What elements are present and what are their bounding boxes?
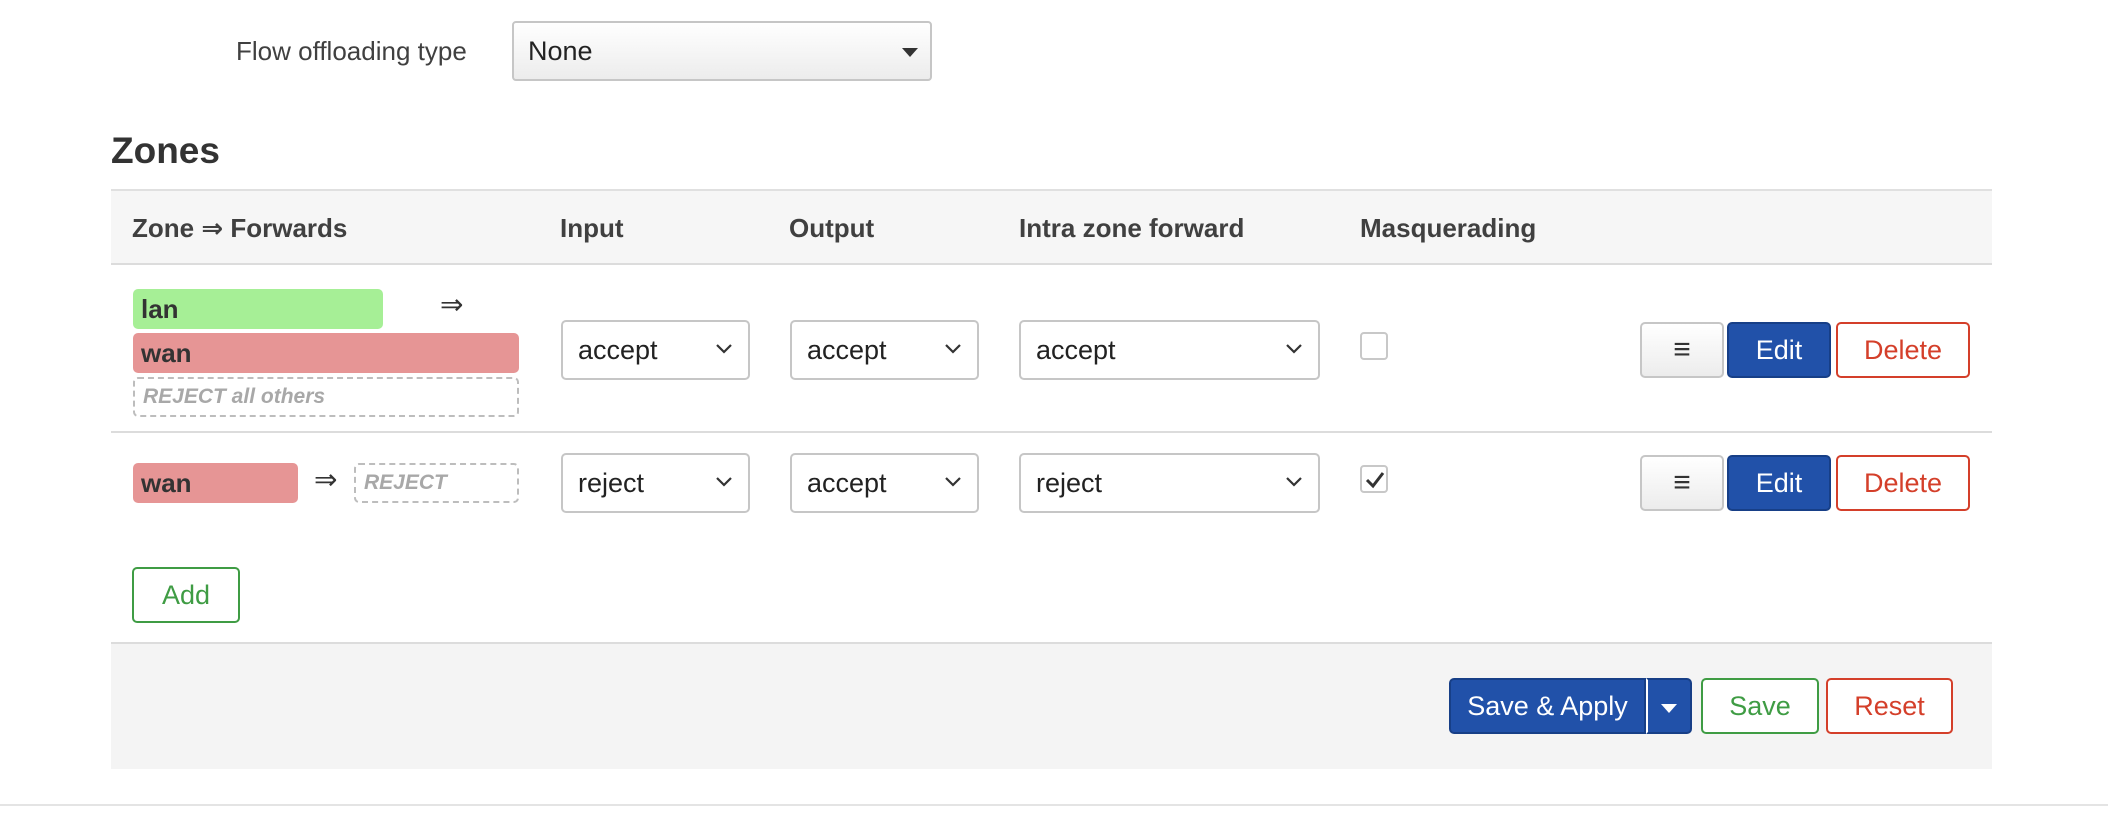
save-apply-dropdown-toggle[interactable] (1646, 678, 1692, 734)
column-header-masquerading: Masquerading (1360, 213, 1537, 243)
caret-down-icon (1661, 704, 1677, 713)
chevron-down-icon (716, 344, 732, 354)
checkmark-icon (1365, 472, 1385, 489)
divider (0, 804, 2108, 806)
save-apply-button[interactable]: Save & Apply (1449, 678, 1646, 734)
delete-zone-button[interactable]: Delete (1836, 322, 1970, 378)
output-policy-value: accept (807, 468, 887, 498)
add-zone-button[interactable]: Add (132, 567, 240, 623)
intra-zone-forward-select[interactable]: accept (1019, 320, 1320, 380)
column-header-output: Output (789, 213, 875, 243)
zone-badge-lan: lan (133, 289, 383, 329)
delete-zone-button[interactable]: Delete (1836, 455, 1970, 511)
column-header-intra-zone-forward: Intra zone forward (1019, 213, 1245, 243)
forward-arrow-icon: ⇒ (440, 289, 464, 320)
input-policy-select[interactable]: reject (561, 453, 750, 513)
forward-arrow-icon: ⇒ (314, 464, 338, 495)
caret-down-icon (902, 48, 918, 57)
input-policy-select[interactable]: accept (561, 320, 750, 380)
output-policy-select[interactable]: accept (790, 320, 979, 380)
chevron-down-icon (716, 477, 732, 487)
zones-heading: Zones (111, 130, 220, 171)
intra-zone-forward-value: reject (1036, 468, 1103, 498)
input-policy-value: reject (578, 468, 645, 498)
masquerading-checkbox[interactable] (1360, 332, 1388, 360)
zone-badge-wan: wan (133, 463, 298, 503)
forward-dest-wan: wan (133, 333, 519, 373)
edit-zone-button[interactable]: Edit (1727, 455, 1831, 511)
row-divider (111, 431, 1992, 433)
chevron-down-icon (1286, 477, 1302, 487)
output-policy-select[interactable]: accept (790, 453, 979, 513)
chevron-down-icon (945, 344, 961, 354)
output-policy-value: accept (807, 335, 887, 365)
intra-zone-forward-value: accept (1036, 335, 1116, 365)
edit-zone-button[interactable]: Edit (1727, 322, 1831, 378)
chevron-down-icon (1286, 344, 1302, 354)
flow-offloading-select[interactable]: None (512, 21, 932, 81)
form-actions-bar: Save & Apply Save Reset (111, 642, 1992, 769)
more-options-button[interactable]: ≡ (1640, 322, 1724, 378)
save-button[interactable]: Save (1701, 678, 1819, 734)
forward-default-policy: REJECT (354, 463, 519, 503)
reset-button[interactable]: Reset (1826, 678, 1953, 734)
flow-offloading-value: None (528, 36, 593, 66)
zones-table: Zone ⇒ Forwards Input Output Intra zone … (111, 189, 1992, 642)
more-options-button[interactable]: ≡ (1640, 455, 1724, 511)
forward-default-policy: REJECT all others (133, 377, 519, 417)
masquerading-checkbox[interactable] (1360, 465, 1388, 493)
input-policy-value: accept (578, 335, 658, 365)
chevron-down-icon (945, 477, 961, 487)
flow-offloading-label: Flow offloading type (236, 36, 467, 66)
table-header: Zone ⇒ Forwards Input Output Intra zone … (111, 191, 1992, 265)
column-header-input: Input (560, 213, 624, 243)
intra-zone-forward-select[interactable]: reject (1019, 453, 1320, 513)
column-header-zone-forwards: Zone ⇒ Forwards (132, 213, 348, 243)
